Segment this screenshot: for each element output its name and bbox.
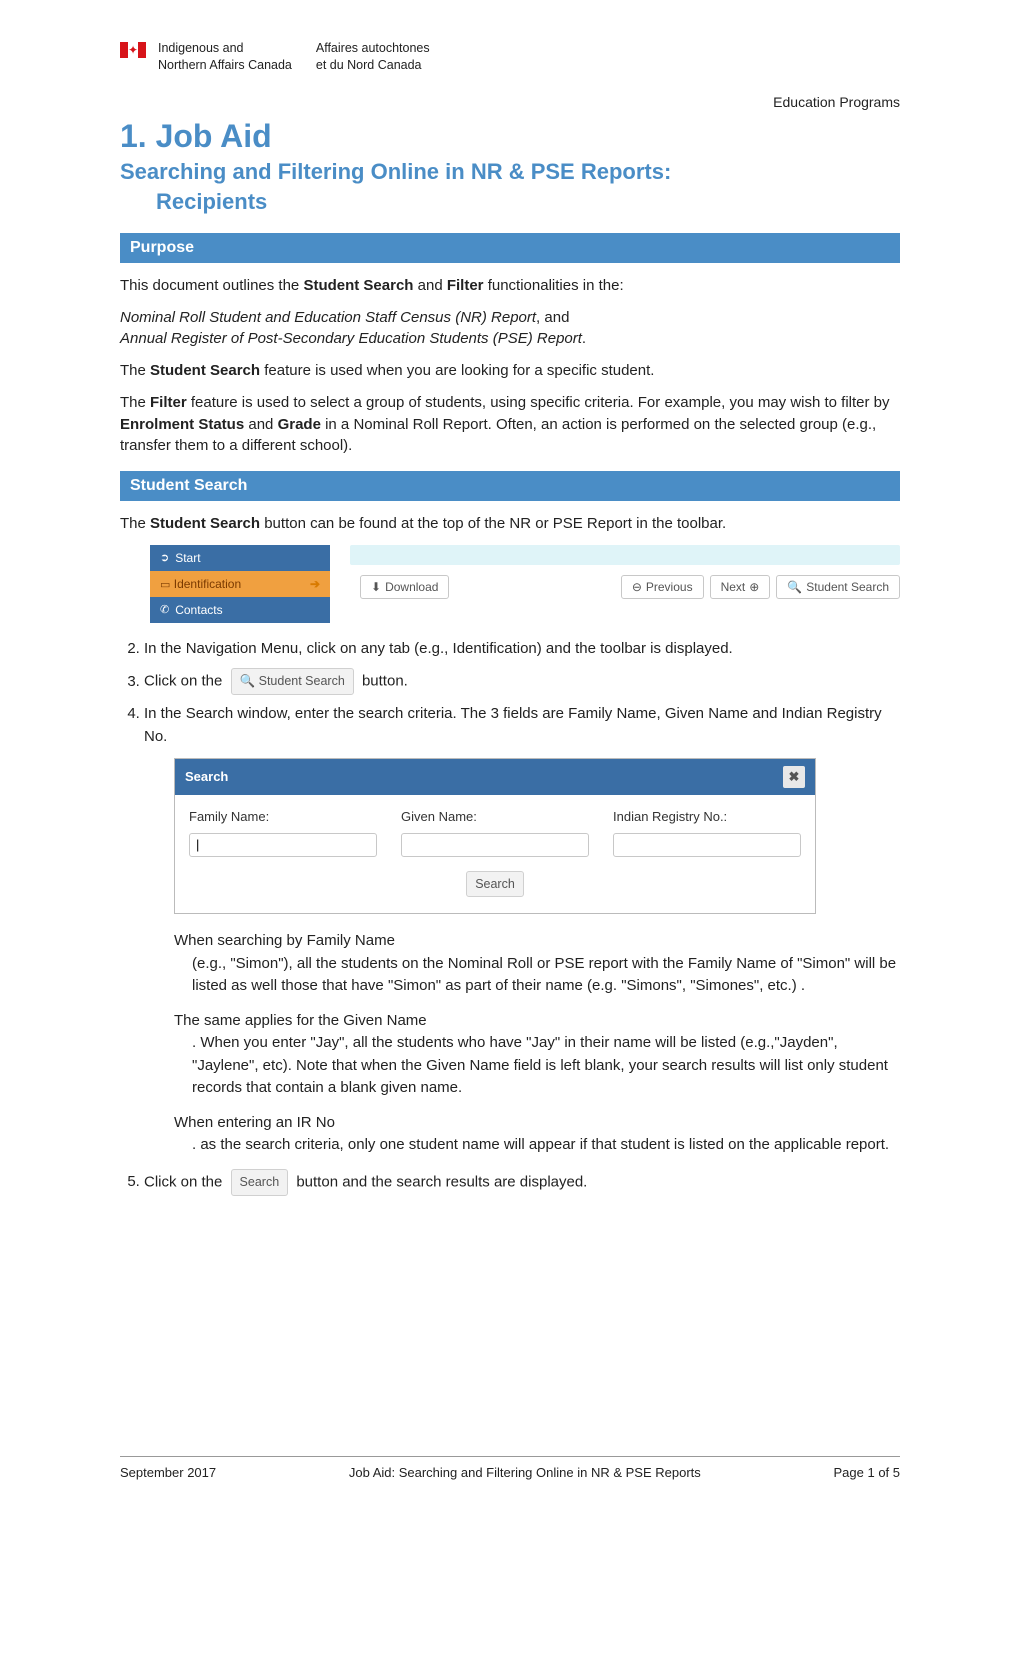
search-icon: 🔍 <box>787 580 802 594</box>
purpose-paragraph-search: The Student Search feature is used when … <box>120 360 900 382</box>
download-button[interactable]: ⬇ Download <box>360 575 449 599</box>
footer-title: Job Aid: Searching and Filtering Online … <box>349 1465 701 1480</box>
student-search-inline-button[interactable]: 🔍 Student Search <box>231 668 354 695</box>
irn-input[interactable] <box>613 833 801 857</box>
download-icon: ⬇ <box>371 580 381 594</box>
close-button[interactable]: ✖ <box>783 766 805 788</box>
section-purpose: Purpose <box>120 233 900 263</box>
gov-header: ✦ Indigenous and Northern Affairs Canada… <box>120 40 900 74</box>
department-name-en: Indigenous and Northern Affairs Canada <box>158 40 292 74</box>
search-icon: 🔍 <box>240 674 256 688</box>
nav-identification[interactable]: ▭ Identification ➔ <box>150 571 330 597</box>
close-icon: ✖ <box>789 767 800 787</box>
dialog-title: Search <box>185 767 228 787</box>
given-name-label: Given Name: <box>401 807 589 827</box>
search-submit-button[interactable]: Search <box>466 871 524 898</box>
next-icon: ⊕ <box>749 580 759 594</box>
page-subtitle-line2: Recipients <box>156 189 900 215</box>
purpose-paragraph-filter: The Filter feature is used to select a g… <box>120 392 900 457</box>
search-dialog: Search ✖ Family Name: Given Name: <box>174 758 816 914</box>
next-button[interactable]: Next ⊕ <box>710 575 771 599</box>
step-3: Click on the 🔍 Student Search button. <box>144 668 900 695</box>
program-name: Education Programs <box>120 94 900 110</box>
section-student-search: Student Search <box>120 471 900 501</box>
student-search-button[interactable]: 🔍 Student Search <box>776 575 900 599</box>
irn-label: Indian Registry No.: <box>613 807 801 827</box>
footer-date: September 2017 <box>120 1465 216 1480</box>
note-family-name: When searching by Family Name (e.g., "Si… <box>174 930 900 998</box>
maple-leaf-icon: ✦ <box>128 44 138 56</box>
canada-flag-icon: ✦ <box>120 42 146 58</box>
footer-page: Page 1 of 5 <box>834 1465 901 1480</box>
family-name-label: Family Name: <box>189 807 377 827</box>
step-2: In the Navigation Menu, click on any tab… <box>144 638 900 661</box>
family-name-input[interactable] <box>189 833 377 857</box>
page-subtitle-line1: Searching and Filtering Online in NR & P… <box>120 159 900 185</box>
login-icon: ➲ <box>160 551 169 564</box>
purpose-report-names: Nominal Roll Student and Education Staff… <box>120 307 900 351</box>
step-5: Click on the Search button and the searc… <box>144 1169 900 1196</box>
toolbar-highlight <box>350 545 900 565</box>
toolbar-screenshot: ➲ Start ▭ Identification ➔ ✆ Contacts ⬇ … <box>150 545 900 623</box>
page-title: 1. Job Aid <box>120 118 900 155</box>
purpose-paragraph-1: This document outlines the Student Searc… <box>120 275 900 297</box>
page-footer: September 2017 Job Aid: Searching and Fi… <box>120 1456 900 1480</box>
given-name-input[interactable] <box>401 833 589 857</box>
step-4: In the Search window, enter the search c… <box>144 703 900 1157</box>
search-inline-button[interactable]: Search <box>231 1169 289 1196</box>
nav-start[interactable]: ➲ Start <box>150 545 330 571</box>
card-icon: ▭ <box>160 579 170 591</box>
note-ir-no: When entering an IR No . as the search c… <box>174 1112 900 1157</box>
student-search-intro: The Student Search button can be found a… <box>120 513 900 535</box>
contact-icon: ✆ <box>160 603 169 616</box>
note-given-name: The same applies for the Given Name . Wh… <box>174 1010 900 1100</box>
nav-contacts[interactable]: ✆ Contacts <box>150 597 330 623</box>
department-name-fr: Affaires autochtones et du Nord Canada <box>316 40 430 74</box>
arrow-right-icon: ➔ <box>310 577 320 591</box>
previous-icon: ⊖ <box>632 580 642 594</box>
previous-button[interactable]: ⊖ Previous <box>621 575 704 599</box>
